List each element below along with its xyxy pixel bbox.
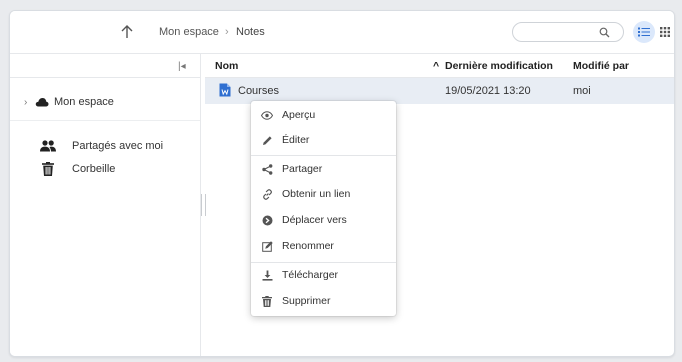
menu-item-edit[interactable]: Éditer [251,129,396,151]
menu-item-label: Partager [282,163,323,175]
menu-item-preview[interactable]: Aperçu [251,104,396,126]
trash-icon [40,162,56,176]
menu-item-move[interactable]: Déplacer vers [251,209,396,231]
menu-item-label: Obtenir un lien [282,188,351,200]
link-icon [261,188,273,200]
share-icon [261,163,273,175]
column-header-name[interactable]: Nom [215,60,238,72]
arrow-up-icon[interactable] [120,24,134,40]
menu-divider [251,155,396,156]
divider [10,77,200,78]
collapse-sidebar-button[interactable]: |◂ [178,61,186,72]
sidebar-item-label: Partagés avec moi [72,140,164,152]
menu-item-label: Télécharger [282,269,339,281]
move-icon [261,214,273,226]
menu-item-label: Déplacer vers [282,214,347,226]
sort-asc-icon[interactable]: ^ [433,60,439,72]
breadcrumb-root[interactable]: Mon espace [159,26,219,38]
menu-item-download[interactable]: Télécharger [251,264,396,286]
table-header: Nom ^ Dernière modification Modifié par [205,54,674,78]
menu-item-label: Éditer [282,134,310,146]
column-header-modified[interactable]: Dernière modification [445,60,553,72]
breadcrumb-current: Notes [236,26,265,38]
grid-view-icon[interactable] [657,24,673,40]
download-icon [261,269,273,281]
tree-item-mon-espace[interactable]: › Mon espace [24,94,114,110]
menu-item-share[interactable]: Partager [251,158,396,180]
toolbar: Mon espace › Notes [10,11,674,54]
menu-item-get-link[interactable]: Obtenir un lien [251,183,396,205]
list-view-icon[interactable] [633,21,655,43]
pencil-icon [261,134,273,146]
menu-item-delete[interactable]: Supprimer [251,290,396,312]
chevron-right-icon[interactable]: › [24,97,34,108]
file-modified-by: moi [573,85,591,97]
context-menu: Aperçu Éditer Partager Obtenir un lien D… [251,101,396,316]
menu-item-rename[interactable]: Renommer [251,235,396,257]
sidebar: |◂ › Mon espace Partagés avec moi Corbei… [10,54,201,356]
file-name: Courses [238,85,279,97]
sidebar-item-label: Corbeille [72,163,116,175]
menu-item-label: Renommer [282,240,334,252]
tree-item-label: Mon espace [54,96,114,108]
breadcrumb-separator: › [225,26,229,38]
sidebar-item-trash[interactable]: Corbeille [40,160,115,178]
menu-divider [251,262,396,263]
menu-item-label: Supprimer [282,295,331,307]
divider [10,120,200,121]
search-icon[interactable] [599,27,610,38]
people-icon [40,139,56,153]
rename-icon [261,240,273,252]
cloud-icon [35,97,49,107]
delete-icon [261,295,273,307]
document-icon [219,83,231,97]
file-modified: 19/05/2021 13:20 [445,85,531,97]
menu-item-label: Aperçu [282,109,316,121]
sidebar-item-shared[interactable]: Partagés avec moi [40,137,163,155]
eye-icon [261,109,273,121]
column-header-modified-by[interactable]: Modifié par [573,60,629,72]
